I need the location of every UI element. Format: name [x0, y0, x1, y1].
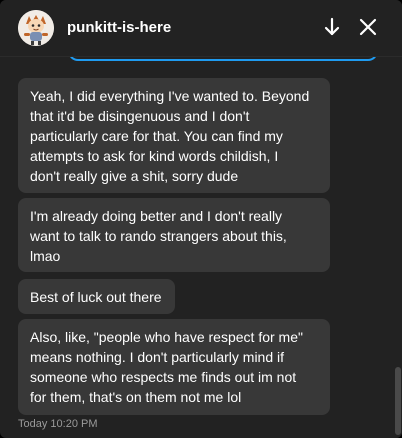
scroll-down-button[interactable]	[319, 14, 345, 40]
cartoon-avatar-icon	[18, 10, 54, 46]
message-bubble: I'm already doing better and I don't rea…	[18, 198, 330, 272]
message-timestamp: Today 10:20 PM	[18, 418, 98, 430]
chat-header: punkitt-is-here	[0, 0, 402, 56]
message-bubble: Yeah, I did everything I've wanted to. B…	[18, 78, 330, 193]
chat-username[interactable]: punkitt-is-here	[67, 18, 171, 38]
arrow-down-icon	[324, 17, 340, 36]
chat-window: punkitt-is-here Yeah, I did everything I…	[0, 0, 402, 438]
previous-message-bubble	[68, 57, 378, 61]
message-bubble: Best of luck out there	[18, 279, 175, 314]
close-button[interactable]	[355, 14, 381, 40]
message-list[interactable]: Yeah, I did everything I've wanted to. B…	[0, 57, 402, 438]
scrollbar-thumb[interactable]	[395, 367, 401, 435]
close-icon	[359, 18, 377, 36]
avatar[interactable]	[18, 10, 54, 46]
message-bubble: Also, like, "people who have respect for…	[18, 319, 330, 415]
